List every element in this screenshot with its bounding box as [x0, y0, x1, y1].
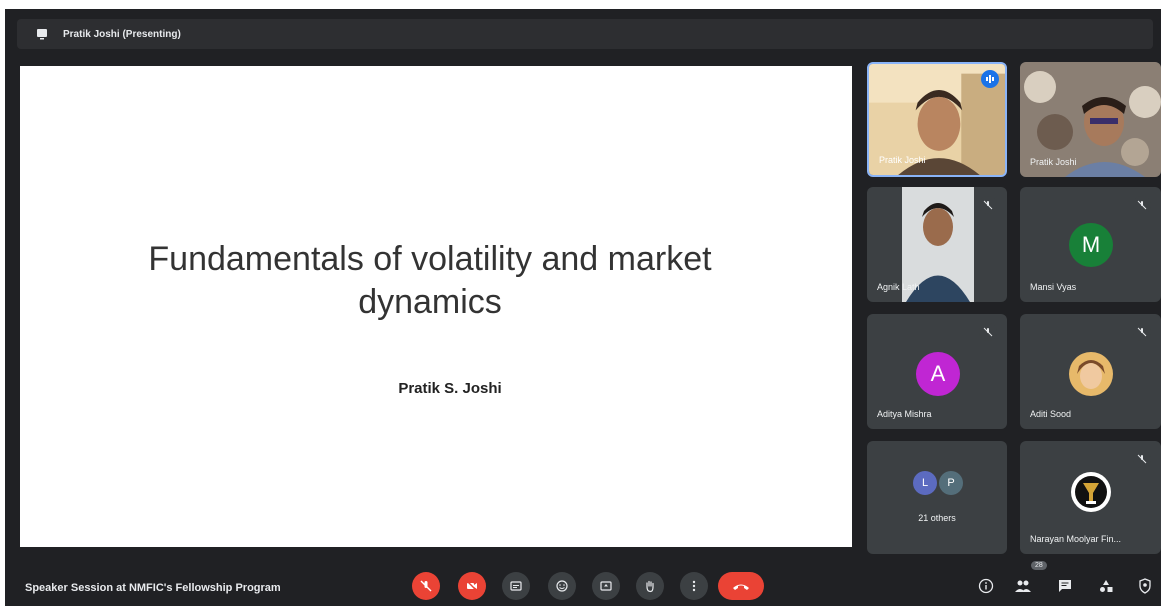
avatar: P — [939, 471, 963, 495]
mic-toggle-button[interactable] — [412, 572, 440, 600]
chat-button[interactable] — [1054, 575, 1076, 597]
meeting-title: Speaker Session at NMFIC's Fellowship Pr… — [25, 582, 281, 594]
participant-name: Aditi Sood — [1030, 409, 1072, 419]
camera-toggle-button[interactable] — [458, 572, 486, 600]
emoji-icon — [556, 580, 568, 592]
activities-button[interactable] — [1095, 575, 1117, 597]
participant-tile[interactable]: Pratik Joshi — [1020, 62, 1161, 177]
host-controls-button[interactable] — [1134, 575, 1156, 597]
participant-tile[interactable]: Narayan Moolyar Fin... — [1020, 441, 1161, 554]
presenting-label: Pratik Joshi (Presenting) — [63, 28, 181, 40]
avatar: A — [916, 352, 960, 396]
others-count: 21 others — [918, 513, 956, 523]
people-button[interactable] — [1012, 575, 1034, 597]
avatar: L — [913, 471, 937, 495]
mic-off-icon — [1133, 323, 1151, 341]
participant-tile[interactable]: Agnik Lath — [867, 187, 1007, 302]
participant-name: Mansi Vyas — [1030, 282, 1077, 292]
others-tile[interactable]: L P 21 others — [867, 441, 1007, 554]
participant-tile[interactable]: Pratik Joshi — [867, 62, 1007, 177]
chat-icon — [1059, 580, 1071, 592]
slide-title: Fundamentals of volatility and market dy… — [120, 238, 740, 324]
participant-name: Pratik Joshi — [1030, 157, 1077, 167]
organization-logo — [1071, 472, 1111, 512]
presenting-bar: Pratik Joshi (Presenting) — [17, 19, 1153, 49]
participant-name: Agnik Lath — [877, 282, 920, 292]
host-controls-icon — [1139, 578, 1151, 594]
slide-author: Pratik S. Joshi — [398, 380, 502, 397]
mic-off-icon — [1133, 450, 1151, 468]
mic-off-icon — [1133, 196, 1151, 214]
reactions-button[interactable] — [548, 572, 576, 600]
activities-icon — [1100, 580, 1113, 592]
slide-title-line2: dynamics — [358, 283, 502, 321]
participant-name: Pratik Joshi — [879, 155, 926, 165]
speaking-indicator-icon — [981, 70, 999, 88]
camera-off-icon — [466, 580, 478, 592]
raise-hand-button[interactable] — [636, 572, 664, 600]
slide-title-line1: Fundamentals of volatility and market — [148, 240, 712, 278]
mic-off-icon — [979, 196, 997, 214]
end-call-icon — [733, 584, 749, 590]
people-count-badge: 28 — [1031, 561, 1047, 570]
avatar — [1069, 352, 1113, 396]
more-options-button[interactable] — [680, 572, 708, 600]
present-icon — [600, 581, 612, 591]
meeting-details-button[interactable] — [975, 575, 997, 597]
participant-tile[interactable]: Aditi Sood — [1020, 314, 1161, 429]
avatar: M — [1069, 223, 1113, 267]
meet-window: Pratik Joshi (Presenting) Fundamentals o… — [5, 9, 1161, 606]
present-button[interactable] — [592, 572, 620, 600]
raise-hand-icon — [646, 580, 654, 593]
participant-tile[interactable]: A Aditya Mishra — [867, 314, 1007, 429]
mic-off-icon — [420, 580, 432, 592]
leave-call-button[interactable] — [718, 572, 764, 600]
more-options-icon — [692, 580, 696, 592]
people-icon — [1015, 580, 1031, 592]
participant-name: Narayan Moolyar Fin... — [1030, 534, 1122, 544]
captions-icon — [510, 581, 522, 591]
present-screen-icon — [35, 27, 49, 41]
participant-name: Aditya Mishra — [877, 409, 932, 419]
participant-tile[interactable]: M Mansi Vyas — [1020, 187, 1161, 302]
captions-button[interactable] — [502, 572, 530, 600]
shared-slide: Fundamentals of volatility and market dy… — [20, 66, 852, 547]
mic-off-icon — [979, 323, 997, 341]
info-icon — [978, 578, 994, 594]
